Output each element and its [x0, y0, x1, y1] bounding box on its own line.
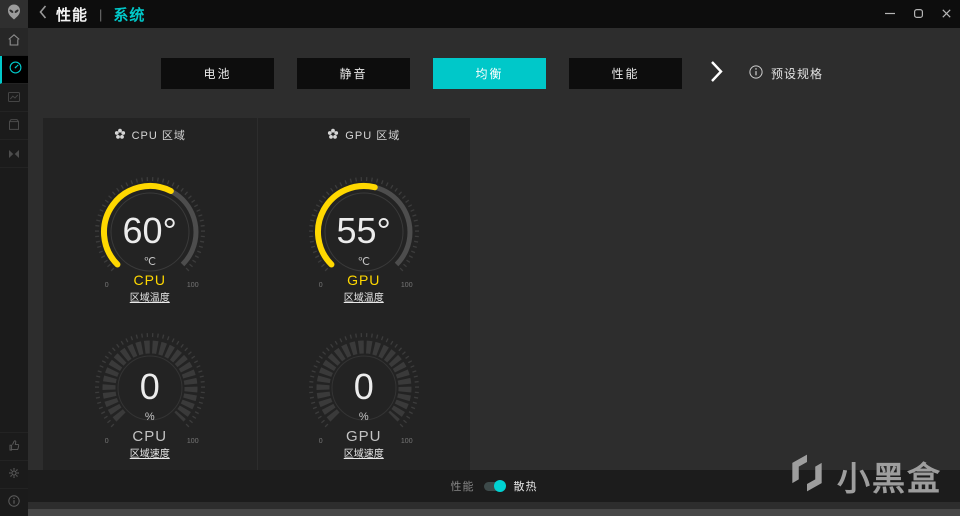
title-separator: |	[99, 6, 103, 22]
gauge-max-label: 100	[400, 282, 413, 289]
gauge-min-label: 0	[318, 438, 323, 445]
gauge-min-label: 0	[104, 438, 109, 445]
sidebar-item-settings[interactable]	[0, 460, 28, 488]
gauge-min-label: 0	[318, 282, 323, 289]
watermark: 小黑盒	[785, 451, 942, 500]
thumbs-up-icon	[9, 438, 20, 456]
minimize-icon	[885, 5, 895, 23]
gpu-temp-unit: ℃	[357, 256, 370, 268]
cpu-temp-label: CPU	[133, 272, 167, 288]
window-controls	[876, 0, 960, 28]
chevron-right-icon	[710, 60, 723, 88]
gpu-speed-value: 0	[353, 366, 374, 408]
gpu-temp-sublabel: 区域温度	[343, 293, 384, 304]
gauge-max-label: 100	[400, 438, 413, 445]
sidebar-item-feedback[interactable]	[0, 432, 28, 460]
footer-strip	[28, 509, 960, 516]
sidebar-top-group	[0, 28, 28, 168]
cpu-speed-label: CPU	[132, 428, 168, 445]
sidebar-item-fusion[interactable]	[0, 140, 28, 168]
gpu-zone: GPU 区域 55° ℃ GPU 区域温度 0 100 0 % GPU 区域速度…	[256, 118, 471, 470]
sidebar-item-library[interactable]	[0, 84, 28, 112]
cpu-temp-unit: ℃	[143, 256, 156, 268]
toggle-right-label: 散热	[513, 481, 538, 493]
cpu-temp-value: 60°	[122, 210, 177, 252]
fan-icon	[114, 128, 126, 143]
cpu-zone-title: CPU 区域	[131, 130, 186, 142]
fan-icon	[327, 128, 339, 143]
gpu-temp-label: GPU	[347, 272, 381, 288]
cpu-zone: CPU 区域 60° ℃ CPU 区域温度 0 100 0 % CPU 区域速度…	[43, 118, 257, 470]
content-box-icon	[9, 117, 19, 135]
sidebar-item-home[interactable]	[0, 28, 28, 56]
gpu-speed-unit: %	[358, 411, 369, 423]
heybox-logo-icon	[785, 451, 829, 500]
sidebar-item-content[interactable]	[0, 112, 28, 140]
cpu-temp-sublabel: 区域温度	[129, 293, 170, 304]
library-graph-icon	[8, 89, 20, 107]
info-circle-icon	[749, 65, 763, 82]
gpu-speed-gauge: 0 % GPU 区域速度 0 100	[284, 316, 444, 466]
maximize-icon	[913, 5, 923, 23]
gpu-zone-title: GPU 区域	[345, 130, 401, 142]
cpu-speed-sublabel: 区域速度	[129, 449, 170, 460]
alien-head-icon	[7, 4, 21, 25]
sidebar-bottom-group	[0, 432, 28, 516]
thermal-panel: CPU 区域 60° ℃ CPU 区域温度 0 100 0 % CPU 区域速度…	[43, 118, 470, 470]
tab-silent-label: 静音	[339, 67, 368, 81]
cpu-speed-gauge: 0 % CPU 区域速度 0 100	[70, 316, 230, 466]
sidebar-item-about[interactable]	[0, 488, 28, 516]
tab-balanced-label: 均衡	[475, 67, 504, 81]
toggle-knob	[493, 480, 506, 492]
tab-battery[interactable]: 电池	[161, 58, 274, 89]
minimize-button[interactable]	[876, 0, 904, 28]
sidebar	[0, 28, 28, 516]
info-icon	[8, 494, 20, 512]
tab-balanced[interactable]: 均衡	[433, 58, 546, 89]
performance-cooling-toggle[interactable]	[483, 480, 506, 492]
preset-specs-label: 预设规格	[771, 67, 824, 81]
app-window: 性能 | 系统 电池 静音 均衡 性能 预设规格 CPU 区域 60° ℃ CP…	[0, 0, 960, 516]
close-icon	[941, 5, 951, 23]
tab-performance[interactable]: 性能	[569, 58, 682, 89]
close-button[interactable]	[932, 0, 960, 28]
back-button[interactable]	[39, 4, 47, 24]
gauge-max-label: 100	[186, 282, 199, 289]
cpu-speed-value: 0	[139, 366, 160, 408]
tab-performance-label: 性能	[611, 67, 640, 81]
gpu-speed-label: GPU	[345, 428, 382, 445]
titlebar: 性能 | 系统	[0, 0, 960, 28]
performance-gauge-icon	[9, 61, 22, 79]
section-title: 性能	[56, 6, 89, 24]
app-logo-cell	[0, 0, 28, 28]
preset-specs-button[interactable]: 预设规格	[749, 65, 823, 82]
gpu-temp-gauge: 55° ℃ GPU 区域温度 0 100	[284, 160, 444, 310]
gpu-speed-sublabel: 区域速度	[343, 449, 384, 460]
mode-tabs-row: 电池 静音 均衡 性能 预设规格	[161, 58, 823, 89]
cpu-temp-gauge: 60° ℃ CPU 区域温度 0 100	[70, 160, 230, 310]
back-chevron-icon	[39, 4, 47, 24]
toggle-left-label: 性能	[450, 481, 475, 493]
cpu-zone-header: CPU 区域	[43, 118, 257, 143]
gauge-min-label: 0	[104, 282, 109, 289]
gpu-zone-header: GPU 区域	[258, 118, 471, 143]
watermark-text: 小黑盒	[837, 459, 942, 497]
cpu-speed-unit: %	[144, 411, 155, 423]
sidebar-item-performance[interactable]	[0, 56, 28, 84]
page-title: 系统	[113, 6, 146, 24]
tab-battery-label: 电池	[203, 67, 232, 81]
fx-fusion-icon	[8, 145, 20, 163]
gpu-temp-value: 55°	[336, 210, 391, 252]
maximize-button[interactable]	[904, 0, 932, 28]
more-modes-button[interactable]	[705, 58, 727, 89]
gauge-max-label: 100	[186, 438, 199, 445]
tab-silent[interactable]: 静音	[297, 58, 410, 89]
settings-gear-icon	[8, 466, 20, 484]
home-icon	[8, 33, 20, 51]
